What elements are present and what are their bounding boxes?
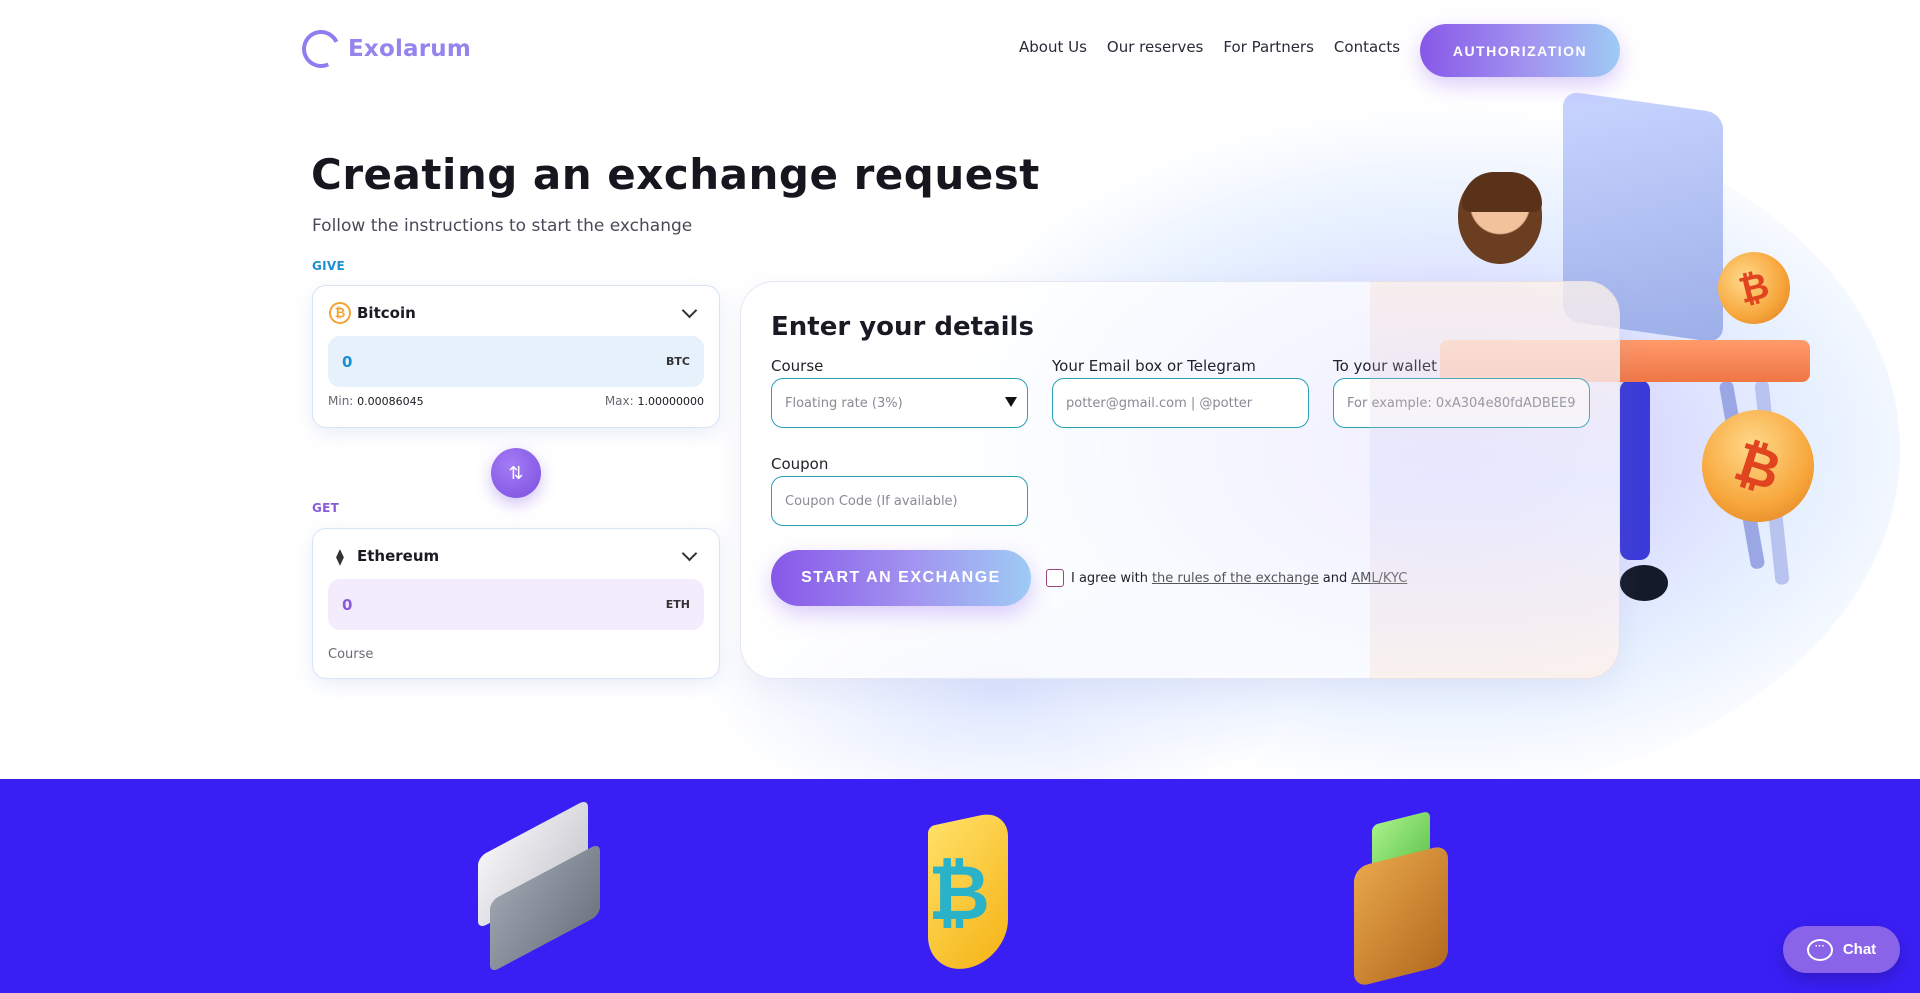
get-label: GET <box>312 501 340 515</box>
person-leg <box>1620 380 1650 560</box>
agree-checkbox[interactable] <box>1046 569 1064 587</box>
nav-contacts[interactable]: Contacts <box>1334 38 1400 56</box>
get-course-label: Course <box>328 647 374 662</box>
ethereum-icon: ⧫ <box>336 546 344 566</box>
start-exchange-button[interactable]: START AN EXCHANGE <box>771 550 1031 606</box>
coupon-field[interactable] <box>772 477 1027 525</box>
chat-bubble-icon: ··· <box>1806 938 1833 961</box>
get-currency-name: Ethereum <box>357 547 440 565</box>
course-select-value: Floating rate (3%) <box>785 395 903 411</box>
coupon-field-wrapper <box>771 476 1028 526</box>
get-currency-select[interactable]: ⧫ Ethereum <box>329 543 703 569</box>
logo-text: Exolarum <box>348 36 472 62</box>
panel-glass-overlay <box>1370 281 1620 679</box>
chevron-down-icon <box>681 302 698 318</box>
bitcoin-shield-icon: ₿ <box>898 809 1018 978</box>
nav-our-reserves[interactable]: Our reserves <box>1107 38 1203 56</box>
dropdown-arrow-icon <box>1005 397 1017 407</box>
give-card: ₿ Bitcoin BTC Min: 0.00086045 Max: 1.000… <box>312 285 720 428</box>
give-currency-select[interactable]: ₿ Bitcoin <box>329 300 703 326</box>
main-nav: About Us Our reserves For Partners Conta… <box>1019 38 1400 56</box>
chevron-down-icon <box>681 545 698 561</box>
chat-label: Chat <box>1842 941 1877 958</box>
nav-for-partners[interactable]: For Partners <box>1223 38 1314 56</box>
get-amount-input[interactable] <box>342 595 666 614</box>
agree-and: and <box>1322 570 1348 586</box>
logo[interactable]: Exolarum <box>296 24 472 74</box>
min-label: Min: <box>328 394 354 408</box>
bitcoin-icon: ₿ <box>329 302 351 324</box>
min-limit: Min: 0.00086045 <box>328 394 424 408</box>
give-unit: BTC <box>666 355 690 368</box>
get-card: ⧫ Ethereum ETH Course <box>312 528 720 679</box>
bitcoin-symbol: ₿ <box>928 848 990 937</box>
get-amount-box: ETH <box>328 579 704 630</box>
max-value: 1.00000000 <box>637 395 704 408</box>
authorization-button[interactable]: AUTHORIZATION <box>1420 24 1620 77</box>
course-select[interactable]: Floating rate (3%) <box>771 378 1028 428</box>
course-label: Course <box>771 357 824 375</box>
min-value: 0.00086045 <box>357 395 424 408</box>
swap-arrows-icon: ⇅ <box>508 462 524 483</box>
agreement: I agree with the rules of the exchange a… <box>1046 569 1411 587</box>
max-label: Max: <box>604 394 634 408</box>
exchange-rules-link[interactable]: the rules of the exchange <box>1152 571 1319 586</box>
nav-about-us[interactable]: About Us <box>1019 38 1087 56</box>
get-unit: ETH <box>665 598 690 611</box>
person-shoe <box>1620 565 1668 601</box>
wallet-icon <box>1350 810 1460 988</box>
email-field-wrapper <box>1052 378 1309 428</box>
page-subtitle: Follow the instructions to start the exc… <box>312 216 693 236</box>
swap-currencies-button[interactable]: ⇅ <box>491 448 541 498</box>
header: Exolarum About Us Our reserves For Partn… <box>0 0 1920 100</box>
logo-icon <box>296 24 346 74</box>
give-currency-name: Bitcoin <box>357 304 416 322</box>
give-amount-box: BTC <box>328 336 704 387</box>
give-amount-input[interactable] <box>342 352 667 371</box>
give-limits: Min: 0.00086045 Max: 1.00000000 <box>328 394 704 408</box>
give-label: GIVE <box>312 259 345 273</box>
email-label: Your Email box or Telegram <box>1052 357 1256 375</box>
chat-button[interactable]: ··· Chat <box>1783 926 1900 973</box>
max-limit: Max: 1.00000000 <box>605 394 704 408</box>
bank-cards-icon <box>470 798 600 980</box>
coupon-label: Coupon <box>771 455 829 473</box>
email-field[interactable] <box>1053 379 1308 427</box>
details-title: Enter your details <box>771 312 1034 342</box>
wallet-shape <box>1354 844 1448 988</box>
page-title: Creating an exchange request <box>311 150 1040 199</box>
agree-prefix: I agree with <box>1071 570 1148 586</box>
